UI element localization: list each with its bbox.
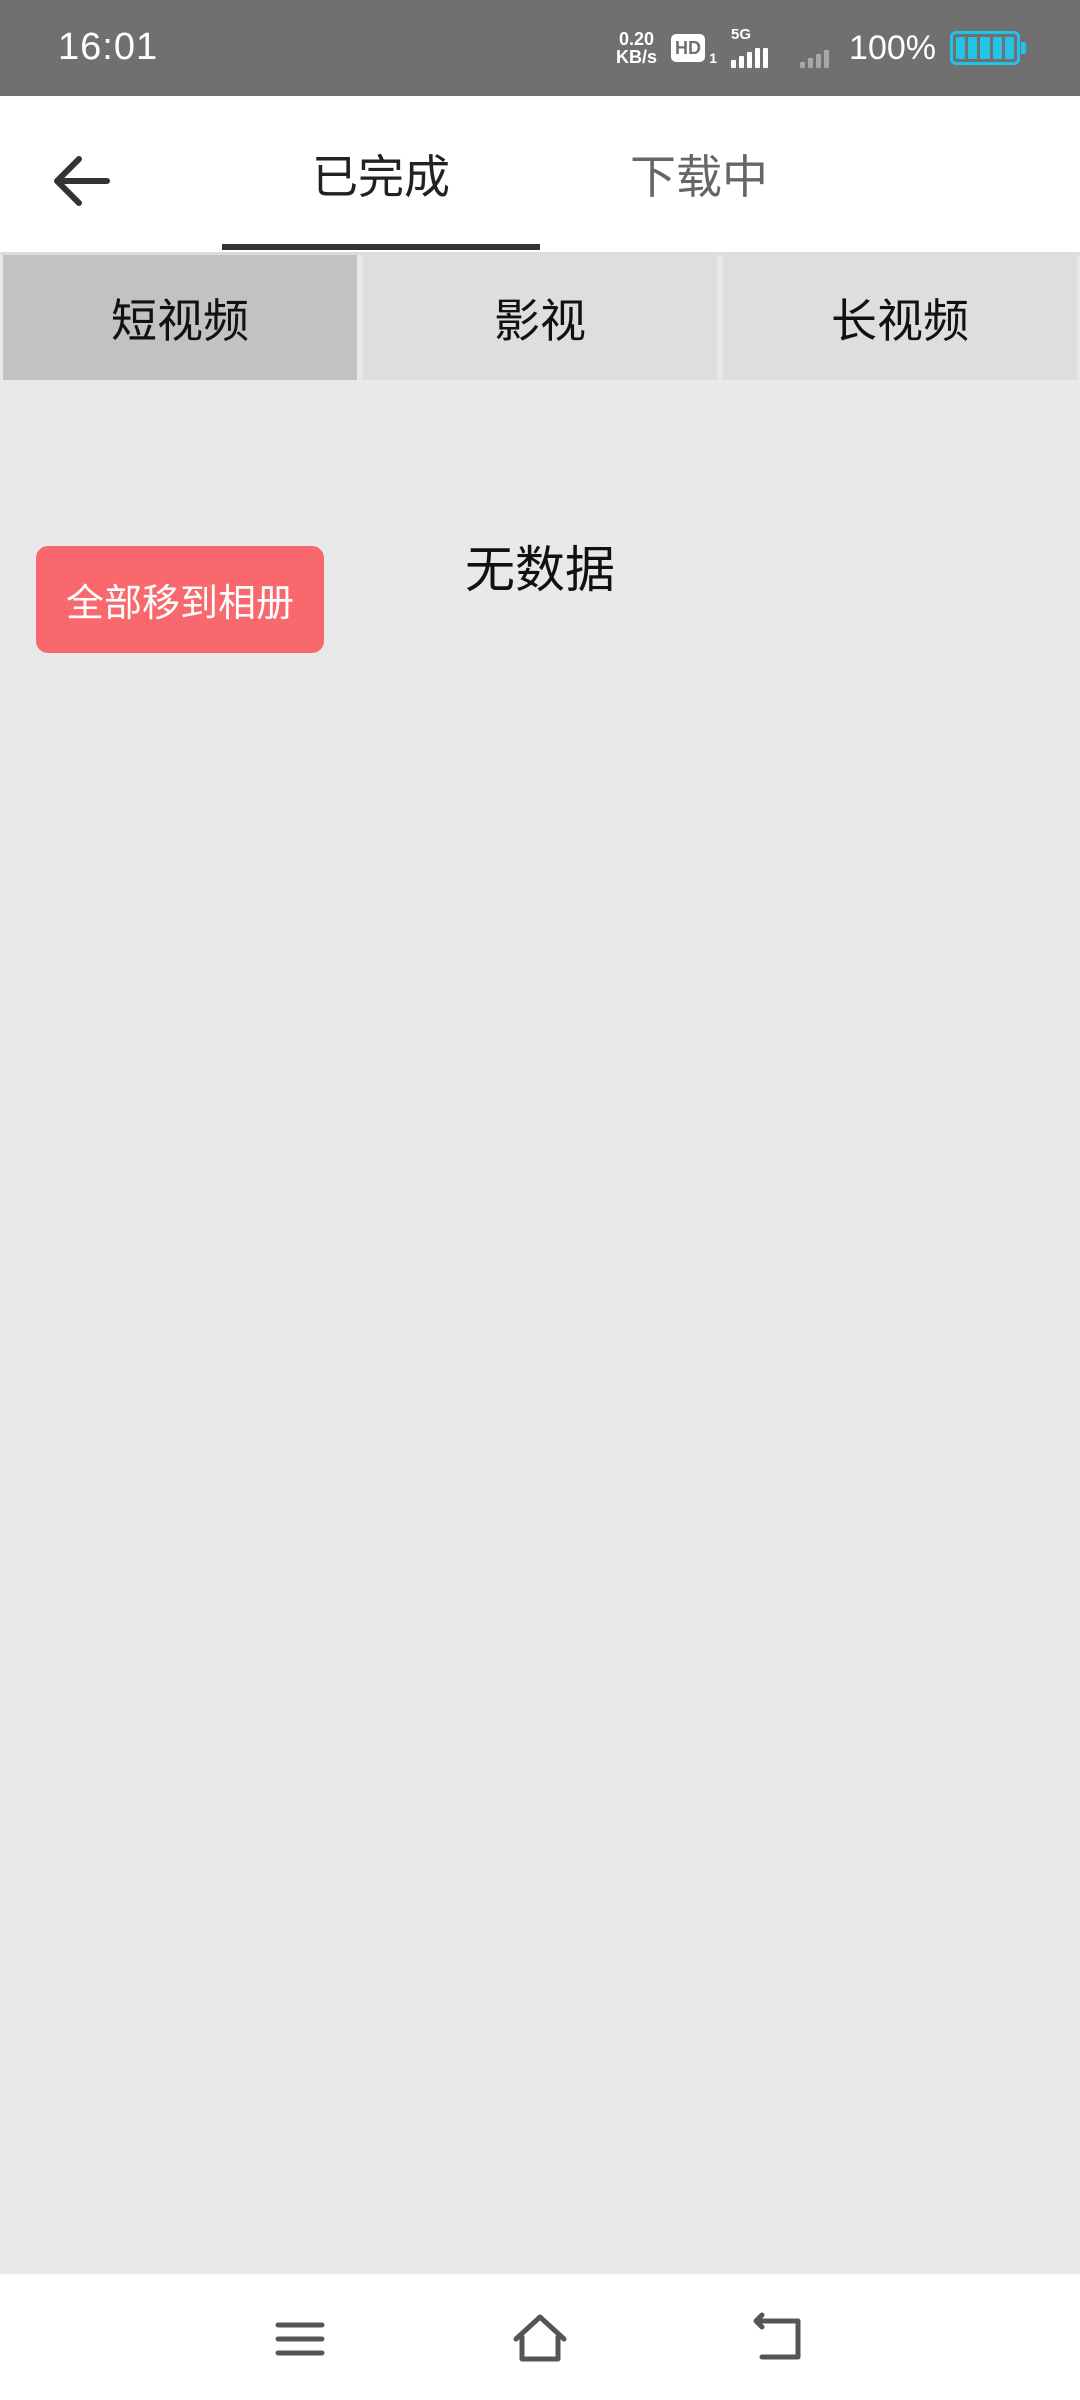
hd-sub-label: 1 (709, 50, 718, 66)
move-all-to-album-button[interactable]: 全部移到相册 (36, 546, 324, 653)
hd-label: HD (675, 37, 702, 58)
home-icon (513, 2314, 567, 2362)
back-icon (753, 2312, 801, 2360)
network-speed-unit: KB/s (616, 47, 658, 67)
category-tab-movies[interactable]: 影视 (363, 255, 717, 380)
category-tab-short-video[interactable]: 短视频 (3, 255, 357, 380)
battery-icon (950, 31, 1026, 65)
screen: 16:01 0.20 KB/s HD 1 5G 100% 已完成 下载中 短视频… (0, 0, 1080, 2400)
category-tab-long-video[interactable]: 长视频 (723, 255, 1077, 380)
arrow-left-icon (54, 156, 110, 206)
status-icons: 0.20 KB/s HD 1 5G 100% (616, 0, 1026, 96)
home-button[interactable] (495, 2294, 585, 2384)
network-speed: 0.20 KB/s (616, 30, 657, 66)
network-type-label: 5G (731, 26, 752, 43)
recent-apps-button[interactable] (255, 2294, 345, 2384)
status-time: 16:01 (58, 26, 159, 68)
tab-downloading[interactable]: 下载中 (540, 96, 858, 252)
status-bar: 16:01 0.20 KB/s HD 1 5G 100% (0, 0, 1080, 96)
back-button[interactable] (36, 136, 126, 226)
battery-percent: 100% (849, 28, 936, 67)
tab-completed[interactable]: 已完成 (222, 96, 540, 252)
header: 已完成 下载中 (0, 96, 1080, 252)
system-back-button[interactable] (735, 2294, 825, 2384)
menu-icon (275, 2322, 325, 2356)
navigation-bar (0, 2274, 1080, 2400)
hd-icon: HD 1 (671, 34, 717, 66)
network-speed-value: 0.20 (619, 29, 655, 49)
signal-5g-icon: 5G (731, 26, 769, 68)
signal-sim2-icon (800, 28, 830, 68)
active-tab-indicator (222, 244, 540, 250)
